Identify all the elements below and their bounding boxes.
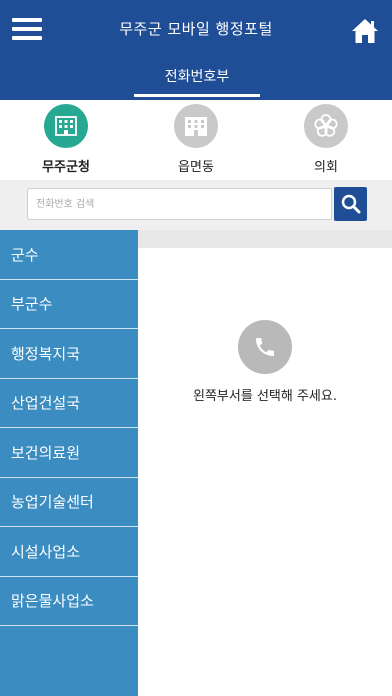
- app-header: 무주군 모바일 행정포털 전화번호부: [0, 0, 392, 100]
- department-sidebar: 군수 부군수 행정복지국 산업건설국 보건의료원 농업기술센터 시설사업소 맑은…: [0, 230, 138, 696]
- office-icon: [174, 104, 218, 148]
- tab-active-indicator: [134, 94, 260, 97]
- sidebar-item-facilities-office[interactable]: 시설사업소: [0, 527, 138, 577]
- search-input[interactable]: [27, 188, 332, 220]
- sidebar-item-clean-water-office[interactable]: 맑은물사업소: [0, 577, 138, 626]
- sidebar-item-industry-construction[interactable]: 산업건설국: [0, 379, 138, 428]
- tab-phonebook[interactable]: 전화번호부: [134, 62, 260, 100]
- sidebar-item-county-head[interactable]: 군수: [0, 230, 138, 280]
- search-bar: [0, 180, 392, 230]
- category-council[interactable]: 의회: [276, 104, 376, 175]
- category-eup-myeon-dong[interactable]: 읍면동: [146, 104, 246, 175]
- sidebar-item-admin-welfare[interactable]: 행정복지국: [0, 329, 138, 379]
- category-selector: 무주군청 읍면동 의회: [0, 100, 392, 180]
- home-icon[interactable]: [350, 16, 380, 46]
- phone-icon: [238, 320, 292, 374]
- category-label: 읍면동: [178, 160, 214, 175]
- category-label: 의회: [314, 160, 338, 175]
- sidebar-item-health-center[interactable]: 보건의료원: [0, 428, 138, 478]
- app-title: 무주군 모바일 행정포털: [119, 20, 273, 38]
- emblem-icon: [304, 104, 348, 148]
- tab-phonebook-label: 전화번호부: [164, 69, 230, 85]
- building-icon: [44, 104, 88, 148]
- content-topbar: [138, 230, 392, 248]
- category-county-office[interactable]: 무주군청: [16, 104, 116, 175]
- search-icon: [341, 194, 360, 214]
- category-label: 무주군청: [42, 160, 90, 175]
- search-button[interactable]: [334, 187, 367, 221]
- content-panel: 왼쪽부서를 선택해 주세요.: [138, 230, 392, 696]
- sidebar-item-deputy-county-head[interactable]: 부군수: [0, 280, 138, 329]
- empty-state-message: 왼쪽부서를 선택해 주세요.: [193, 389, 337, 404]
- sidebar-item-agri-tech-center[interactable]: 농업기술센터: [0, 478, 138, 527]
